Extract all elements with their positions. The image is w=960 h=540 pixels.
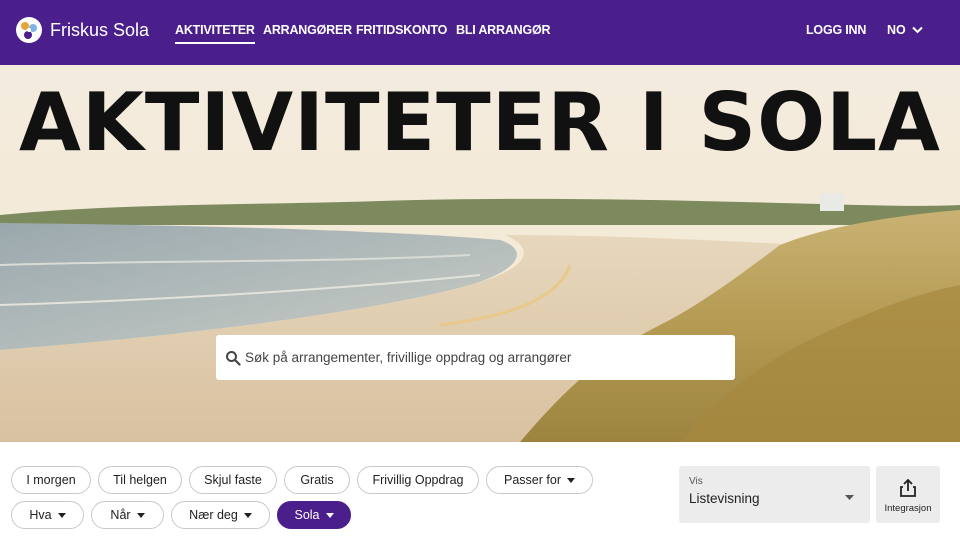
language-label: NO	[887, 23, 906, 37]
share-icon	[900, 478, 916, 497]
filter-til-helgen[interactable]: Til helgen	[98, 466, 182, 494]
nav-bli-arrangor[interactable]: BLI ARRANGØR	[456, 23, 551, 37]
filter-naer-deg-dropdown[interactable]: Nær deg	[171, 501, 270, 529]
filter-label: Sola	[294, 508, 320, 522]
filter-label: Skjul faste	[204, 473, 262, 487]
filter-label: Passer for	[504, 473, 561, 487]
view-mode-select[interactable]: Vis Listevisning	[679, 466, 870, 523]
search-box[interactable]	[216, 335, 735, 380]
chevron-down-icon	[912, 26, 923, 34]
caret-down-icon	[57, 512, 66, 518]
caret-down-icon	[243, 512, 252, 518]
hero-title: AKTIVITETER I SOLA	[19, 76, 941, 169]
nav-fritidskonto[interactable]: FRITIDSKONTO	[356, 23, 447, 37]
view-mode-value: Listevisning	[689, 491, 760, 506]
caret-down-icon	[566, 477, 575, 483]
caret-down-icon	[325, 512, 334, 518]
filter-skjul-faste[interactable]: Skjul faste	[189, 466, 277, 494]
brand-name[interactable]: Friskus Sola	[50, 20, 149, 41]
filter-sola-dropdown[interactable]: Sola	[277, 501, 351, 529]
filter-label: Gratis	[300, 473, 334, 487]
caret-down-icon	[136, 512, 145, 518]
filter-label: I morgen	[26, 473, 76, 487]
filter-label: Når	[110, 508, 131, 522]
filter-frivillig-oppdrag[interactable]: Frivillig Oppdrag	[357, 466, 479, 494]
language-selector[interactable]: NO	[887, 23, 923, 37]
hero-banner: AKTIVITETER I SOLA	[0, 65, 960, 442]
search-input[interactable]	[245, 350, 715, 365]
filter-gratis[interactable]: Gratis	[284, 466, 350, 494]
nav-aktiviteter[interactable]: AKTIVITETER	[175, 23, 255, 44]
filter-label: Nær deg	[189, 508, 238, 522]
friskus-logo-icon[interactable]	[15, 16, 43, 44]
login-link[interactable]: LOGG INN	[806, 23, 866, 37]
nav-arrangorer[interactable]: ARRANGØRER	[263, 23, 352, 37]
filter-nar-dropdown[interactable]: Når	[91, 501, 164, 529]
filter-hva-dropdown[interactable]: Hva	[11, 501, 84, 529]
search-icon	[226, 350, 241, 366]
view-mode-label: Vis	[689, 476, 703, 487]
top-navigation-bar: Friskus Sola AKTIVITETER ARRANGØRER FRIT…	[0, 0, 960, 65]
filter-label: Hva	[29, 508, 52, 522]
integration-label: Integrasjon	[884, 503, 932, 514]
integration-button[interactable]: Integrasjon	[876, 466, 940, 523]
caret-down-icon	[845, 495, 854, 500]
filter-passer-for-dropdown[interactable]: Passer for	[486, 466, 593, 494]
filter-label: Til helgen	[113, 473, 167, 487]
filter-label: Frivillig Oppdrag	[372, 473, 464, 487]
filter-i-morgen[interactable]: I morgen	[11, 466, 91, 494]
